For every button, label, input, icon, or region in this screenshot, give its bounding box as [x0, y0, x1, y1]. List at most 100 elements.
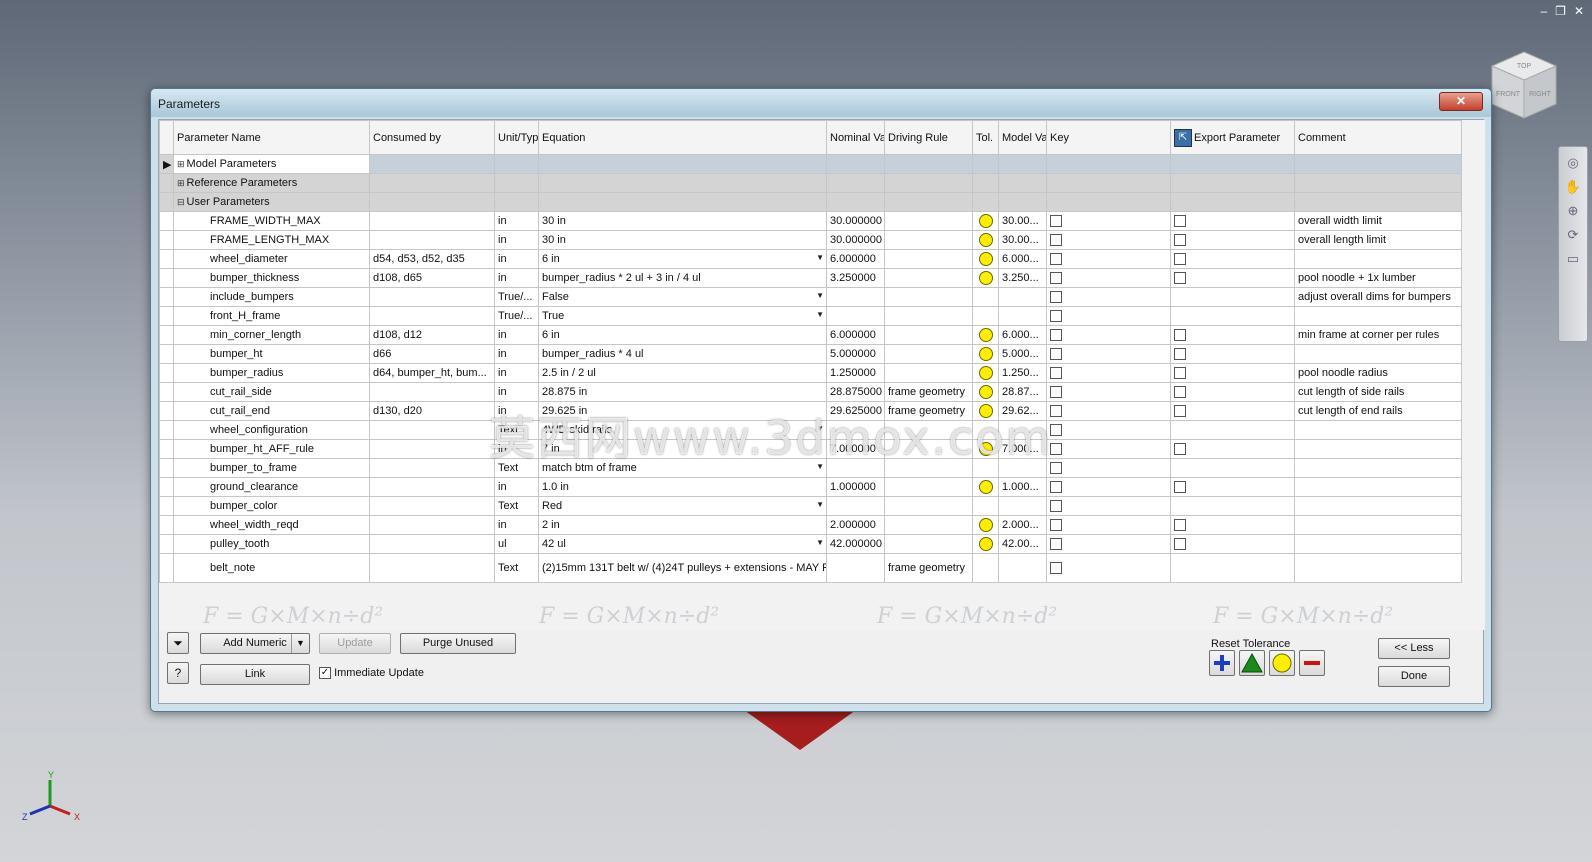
export-checkbox[interactable]	[1174, 215, 1186, 228]
comment-field[interactable]	[1294, 344, 1462, 364]
param-name[interactable]: bumper_color	[173, 496, 370, 516]
tolerance-cell[interactable]	[972, 268, 999, 288]
parameter-row[interactable]: wheel_configuration Text 4WD skid rails	[159, 420, 1462, 440]
tolerance-circle-icon[interactable]	[978, 404, 993, 418]
comment-field[interactable]	[1294, 496, 1462, 516]
export-cell[interactable]	[1170, 306, 1295, 326]
comment-field[interactable]: cut length of end rails	[1294, 401, 1462, 421]
equation-field[interactable]: 30 in	[538, 211, 827, 231]
group-row-model[interactable]: ▶ ⊞ Model Parameters	[159, 154, 1462, 174]
parameter-row[interactable]: include_bumpers True/...False adjust overa…	[159, 287, 1462, 307]
tolerance-circle-icon[interactable]	[978, 537, 993, 551]
tolerance-upper-button[interactable]	[1209, 650, 1235, 676]
driving-rule[interactable]	[884, 344, 973, 364]
export-cell[interactable]	[1170, 477, 1295, 497]
key-checkbox[interactable]	[1050, 500, 1062, 513]
row-selector[interactable]	[159, 211, 174, 231]
unit-type[interactable]: in	[494, 249, 539, 269]
tolerance-cell[interactable]	[972, 363, 999, 383]
param-name[interactable]: bumper_to_frame	[173, 458, 370, 478]
export-checkbox[interactable]	[1174, 405, 1186, 418]
export-checkbox[interactable]	[1174, 443, 1186, 456]
export-cell[interactable]	[1170, 382, 1295, 402]
group-row-reference[interactable]: ⊞ Reference Parameters	[159, 173, 1462, 193]
equation-dropdown[interactable]: 6 in	[538, 249, 827, 269]
unit-type[interactable]: Text	[494, 496, 539, 516]
col-comment[interactable]: Comment	[1294, 120, 1462, 155]
driving-rule[interactable]	[884, 420, 973, 440]
link-button[interactable]: Link	[200, 664, 310, 685]
driving-rule[interactable]	[884, 496, 973, 516]
row-selector[interactable]	[159, 363, 174, 383]
key-checkbox[interactable]	[1050, 405, 1062, 418]
add-numeric-button[interactable]: Add Numeric ▼	[200, 633, 310, 654]
tolerance-lower-button[interactable]	[1299, 650, 1325, 676]
param-name[interactable]: cut_rail_end	[173, 401, 370, 421]
parameter-row[interactable]: cut_rail_end d130, d20 in 29.625 in 29.62500…	[159, 401, 1462, 421]
unit-type[interactable]: in	[494, 268, 539, 288]
comment-field[interactable]	[1294, 515, 1462, 535]
param-name[interactable]: bumper_ht_AFF_rule	[173, 439, 370, 459]
row-selector[interactable]	[159, 325, 174, 345]
param-name[interactable]: include_bumpers	[173, 287, 370, 307]
parameter-row[interactable]: wheel_width_reqd in 2 in 2.000000 2.000...	[159, 515, 1462, 535]
dropdown-arrow-icon[interactable]: ▼	[291, 634, 309, 653]
comment-field[interactable]	[1294, 249, 1462, 269]
viewcube-icon[interactable]: TOP FRONT RIGHT	[1488, 48, 1560, 120]
key-checkbox[interactable]	[1050, 519, 1062, 532]
driving-rule[interactable]	[884, 515, 973, 535]
key-checkbox[interactable]	[1050, 329, 1062, 342]
key-cell[interactable]	[1046, 420, 1171, 440]
key-cell[interactable]	[1046, 515, 1171, 535]
unit-type[interactable]: in	[494, 439, 539, 459]
comment-field[interactable]: pool noodle + 1x lumber	[1294, 268, 1462, 288]
update-button[interactable]: Update	[319, 633, 391, 654]
key-cell[interactable]	[1046, 363, 1171, 383]
driving-rule[interactable]	[884, 363, 973, 383]
comment-field[interactable]: min frame at corner per rules	[1294, 325, 1462, 345]
parameter-row[interactable]: bumper_color Text Red	[159, 496, 1462, 516]
row-selector[interactable]	[159, 230, 174, 250]
unit-type[interactable]: True/...	[494, 287, 539, 307]
tolerance-circle-icon[interactable]	[978, 328, 993, 342]
tolerance-circle-icon[interactable]	[978, 252, 993, 266]
key-checkbox[interactable]	[1050, 562, 1062, 575]
parameter-row[interactable]: min_corner_length d108, d12 in 6 in 6.000000…	[159, 325, 1462, 345]
driving-rule[interactable]	[884, 325, 973, 345]
key-checkbox[interactable]	[1050, 443, 1062, 456]
tolerance-circle-icon[interactable]	[978, 366, 993, 380]
export-cell[interactable]	[1170, 287, 1295, 307]
zoom-icon[interactable]: ⊕	[1559, 203, 1587, 219]
key-cell[interactable]	[1046, 268, 1171, 288]
col-driving-rule[interactable]: Driving Rule	[884, 120, 973, 155]
parameter-row[interactable]: cut_rail_side in 28.875 in 28.875000 frame g…	[159, 382, 1462, 402]
tolerance-cell[interactable]	[972, 249, 999, 269]
key-checkbox[interactable]	[1050, 215, 1062, 228]
group-label[interactable]: ⊟ User Parameters	[173, 192, 370, 212]
parameter-row[interactable]: bumper_to_frame Text match btm of frame	[159, 458, 1462, 478]
equation-field[interactable]: 2 in	[538, 515, 827, 535]
group-label[interactable]: ⊞ Model Parameters	[173, 154, 370, 174]
tolerance-cell[interactable]	[972, 553, 999, 583]
equation-dropdown[interactable]: match btm of frame	[538, 458, 827, 478]
tolerance-circle-icon[interactable]	[978, 518, 993, 532]
parameter-row[interactable]: FRAME_LENGTH_MAX in 30 in 30.000000 30.00...…	[159, 230, 1462, 250]
key-cell[interactable]	[1046, 230, 1171, 250]
key-checkbox[interactable]	[1050, 310, 1062, 323]
tolerance-cell[interactable]	[972, 230, 999, 250]
tolerance-circle-icon[interactable]	[978, 385, 993, 399]
comment-field[interactable]	[1294, 306, 1462, 326]
tolerance-circle-icon[interactable]	[978, 214, 993, 228]
parameter-row[interactable]: FRAME_WIDTH_MAX in 30 in 30.000000 30.00... o…	[159, 211, 1462, 231]
key-cell[interactable]	[1046, 306, 1171, 326]
parameter-row[interactable]: pulley_tooth ul42 ul42.000000 42.00...	[159, 534, 1462, 554]
equation-field[interactable]: (2)15mm 131T belt w/ (4)24T pulleys + ex…	[538, 553, 827, 583]
restore-icon[interactable]: ❐	[1555, 4, 1566, 18]
col-consumed-by[interactable]: Consumed by	[369, 120, 495, 155]
unit-type[interactable]: in	[494, 515, 539, 535]
unit-type[interactable]: in	[494, 325, 539, 345]
param-name[interactable]: front_H_frame	[173, 306, 370, 326]
param-name[interactable]: FRAME_WIDTH_MAX	[173, 211, 370, 231]
row-selector[interactable]	[159, 420, 174, 440]
key-checkbox[interactable]	[1050, 348, 1062, 361]
